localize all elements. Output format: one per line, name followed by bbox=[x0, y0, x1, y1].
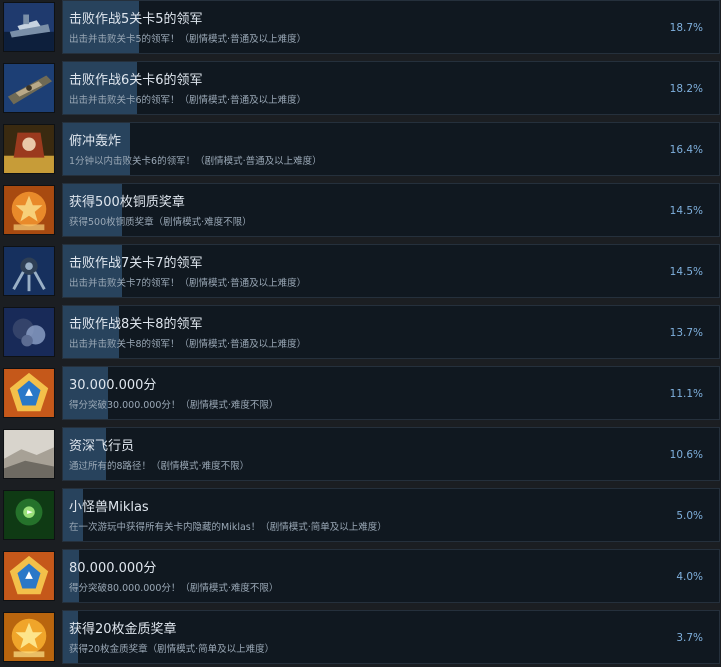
ship-icon bbox=[3, 2, 55, 52]
achievement-title: 俯冲轰炸 bbox=[69, 134, 122, 149]
achievement-title: 击败作战5关卡5的领军 bbox=[69, 12, 203, 27]
unlock-percent: 10.6% bbox=[669, 449, 703, 461]
unlock-percent: 18.7% bbox=[669, 22, 703, 34]
achievement-title: 80.000.000分 bbox=[69, 561, 157, 576]
achievement-panel: 获得500枚铜质奖章获得500枚铜质奖章（剧情模式·难度不限） 14.5% bbox=[62, 183, 720, 237]
achievement-description: 通过所有的8路径！（剧情模式·难度不限） bbox=[69, 461, 250, 472]
unlock-percent: 11.1% bbox=[669, 388, 703, 400]
achievement-panel: 击败作战5关卡5的领军出击并击败关卡5的领军！（剧情模式·普通及以上难度） 18.… bbox=[62, 0, 720, 54]
achievement-row[interactable]: 击败作战5关卡5的领军出击并击败关卡5的领军！（剧情模式·普通及以上难度） 18.… bbox=[0, 0, 721, 54]
achievement-panel: 击败作战8关卡8的领军出击并击败关卡8的领军！（剧情模式·普通及以上难度） 13.… bbox=[62, 305, 720, 359]
achievement-panel: 击败作战7关卡7的领军出击并击败关卡7的领军！（剧情模式·普通及以上难度） 14.… bbox=[62, 244, 720, 298]
achievement-row[interactable]: 80.000.000分得分突破80.000.000分！（剧情模式·难度不限） 4.… bbox=[0, 549, 721, 603]
achievement-title: 小怪兽Miklas bbox=[69, 500, 149, 515]
unlock-percent: 3.7% bbox=[676, 632, 703, 644]
achievement-description: 出击并击败关卡7的领军！（剧情模式·普通及以上难度） bbox=[69, 278, 307, 289]
achievement-title: 获得500枚铜质奖章 bbox=[69, 195, 185, 210]
unlock-percent: 4.0% bbox=[676, 571, 703, 583]
achievement-panel: 资深飞行员通过所有的8路径！（剧情模式·难度不限） 10.6% bbox=[62, 427, 720, 481]
achievement-panel: 俯冲轰炸 1分钟以内击败关卡6的领军！（剧情模式·普通及以上难度） 16.4% bbox=[62, 122, 720, 176]
achievement-description: 得分突破80.000.000分！（剧情模式·难度不限） bbox=[69, 583, 279, 594]
bronze-medal-icon bbox=[3, 185, 55, 235]
achievement-title: 资深飞行员 bbox=[69, 439, 135, 454]
achievement-title: 获得20枚金质奖章 bbox=[69, 622, 177, 637]
monster-icon bbox=[3, 490, 55, 540]
unlock-percent: 18.2% bbox=[669, 83, 703, 95]
achievement-row[interactable]: 获得20枚金质奖章获得20枚金质奖章（剧情模式·简单及以上难度） 3.7% bbox=[0, 610, 721, 664]
achievement-panel: 80.000.000分得分突破80.000.000分！（剧情模式·难度不限） 4.… bbox=[62, 549, 720, 603]
achievement-row[interactable]: 俯冲轰炸 1分钟以内击败关卡6的领军！（剧情模式·普通及以上难度） 16.4% bbox=[0, 122, 721, 176]
achievement-description: 得分突破30.000.000分！（剧情模式·难度不限） bbox=[69, 400, 279, 411]
achievement-title: 30.000.000分 bbox=[69, 378, 157, 393]
achievement-description: 获得500枚铜质奖章（剧情模式·难度不限） bbox=[69, 217, 252, 228]
achievement-row[interactable]: 击败作战6关卡6的领军出击并击败关卡6的领军！（剧情模式·普通及以上难度） 18.… bbox=[0, 61, 721, 115]
achievement-row[interactable]: 小怪兽Miklas 在一次游玩中获得所有关卡内隐藏的Miklas！（剧情模式·简单… bbox=[0, 488, 721, 542]
achievement-description: 出击并击败关卡5的领军！（剧情模式·普通及以上难度） bbox=[69, 34, 307, 45]
achievement-row[interactable]: 30.000.000分得分突破30.000.000分！（剧情模式·难度不限） 11… bbox=[0, 366, 721, 420]
battleship-icon bbox=[3, 63, 55, 113]
score-badge-icon bbox=[3, 551, 55, 601]
gold-medal-icon bbox=[3, 612, 55, 662]
achievement-panel: 30.000.000分得分突破30.000.000分！（剧情模式·难度不限） 11… bbox=[62, 366, 720, 420]
landscape-icon bbox=[3, 429, 55, 479]
achievement-description: 1分钟以内击败关卡6的领军！（剧情模式·普通及以上难度） bbox=[69, 156, 322, 167]
achievement-panel: 获得20枚金质奖章获得20枚金质奖章（剧情模式·简单及以上难度） 3.7% bbox=[62, 610, 720, 664]
achievement-row[interactable]: 获得500枚铜质奖章获得500枚铜质奖章（剧情模式·难度不限） 14.5% bbox=[0, 183, 721, 237]
unlock-percent: 14.5% bbox=[669, 205, 703, 217]
achievement-panel: 小怪兽Miklas 在一次游玩中获得所有关卡内隐藏的Miklas！（剧情模式·简单… bbox=[62, 488, 720, 542]
creature-icon bbox=[3, 307, 55, 357]
unlock-percent: 13.7% bbox=[669, 327, 703, 339]
achievement-description: 获得20枚金质奖章（剧情模式·简单及以上难度） bbox=[69, 644, 275, 655]
achievement-title: 击败作战8关卡8的领军 bbox=[69, 317, 203, 332]
achievement-row[interactable]: 击败作战7关卡7的领军出击并击败关卡7的领军！（剧情模式·普通及以上难度） 14.… bbox=[0, 244, 721, 298]
achievement-row[interactable]: 资深飞行员通过所有的8路径！（剧情模式·难度不限） 10.6% bbox=[0, 427, 721, 481]
unlock-percent: 5.0% bbox=[676, 510, 703, 522]
achievement-description: 出击并击败关卡6的领军！（剧情模式·普通及以上难度） bbox=[69, 95, 307, 106]
unlock-percent: 16.4% bbox=[669, 144, 703, 156]
unlock-percent: 14.5% bbox=[669, 266, 703, 278]
mech-icon bbox=[3, 246, 55, 296]
score-badge-icon bbox=[3, 368, 55, 418]
achievement-row[interactable]: 击败作战8关卡8的领军出击并击败关卡8的领军！（剧情模式·普通及以上难度） 13.… bbox=[0, 305, 721, 359]
achievement-title: 击败作战6关卡6的领军 bbox=[69, 73, 203, 88]
achievement-panel: 击败作战6关卡6的领军出击并击败关卡6的领军！（剧情模式·普通及以上难度） 18.… bbox=[62, 61, 720, 115]
achievement-title: 击败作战7关卡7的领军 bbox=[69, 256, 203, 271]
bomber-icon bbox=[3, 124, 55, 174]
achievement-list: 击败作战5关卡5的领军出击并击败关卡5的领军！（剧情模式·普通及以上难度） 18.… bbox=[0, 0, 721, 667]
achievement-description: 出击并击败关卡8的领军！（剧情模式·普通及以上难度） bbox=[69, 339, 307, 350]
achievement-description: 在一次游玩中获得所有关卡内隐藏的Miklas！（剧情模式·简单及以上难度） bbox=[69, 522, 387, 533]
